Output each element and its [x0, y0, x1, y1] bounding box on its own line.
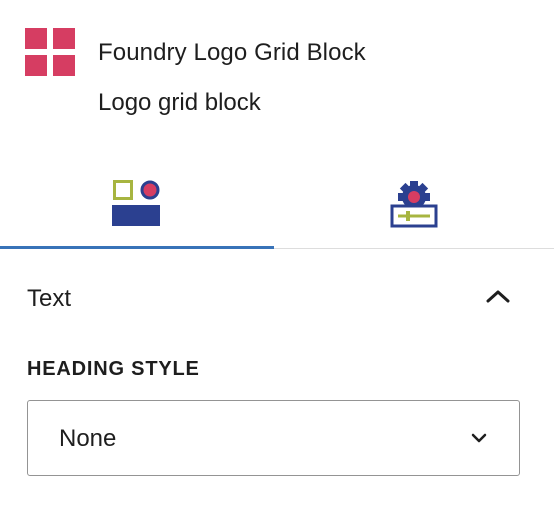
grid-squares-icon: [25, 28, 75, 76]
block-description: Logo grid block: [98, 89, 261, 116]
block-title: Foundry Logo Grid Block: [98, 39, 366, 66]
chevron-up-icon[interactable]: [484, 282, 512, 310]
tab-settings[interactable]: [274, 160, 554, 248]
text-panel-header[interactable]: Text: [0, 268, 554, 326]
styles-shapes-icon: [112, 180, 162, 228]
settings-gear-icon: [389, 180, 439, 228]
heading-style-label: HEADING STYLE: [27, 358, 200, 380]
active-tab-indicator: [0, 246, 274, 249]
block-card: Foundry Logo Grid Block Logo grid block: [0, 0, 554, 150]
inspector-tabs: [0, 160, 554, 249]
select-value: None: [59, 425, 117, 452]
tab-styles[interactable]: [0, 160, 274, 248]
heading-style-select[interactable]: None: [27, 400, 520, 476]
panel-title: Text: [27, 285, 72, 312]
chevron-down-icon: [469, 431, 489, 445]
